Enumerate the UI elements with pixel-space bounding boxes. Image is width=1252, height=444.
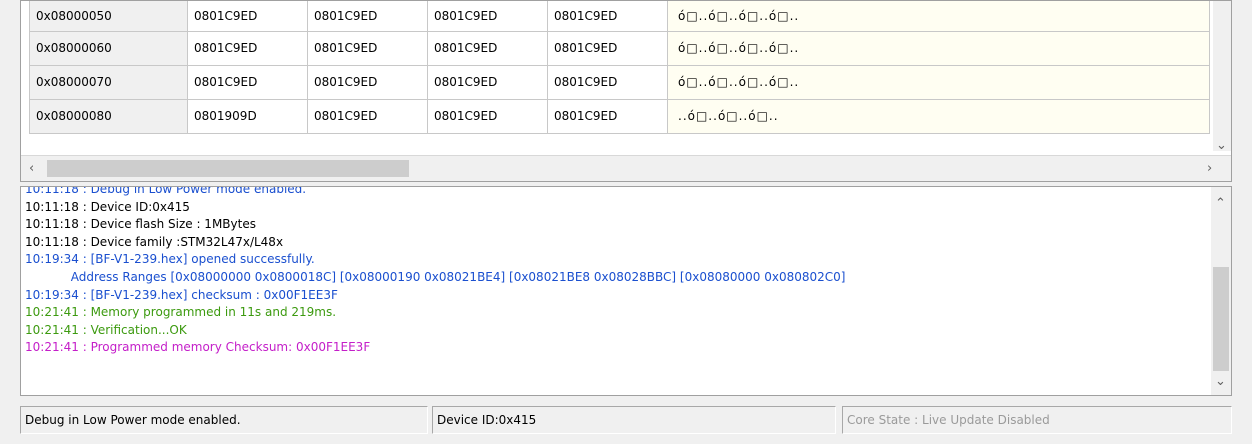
memory-row[interactable]: 0x08000060 0801C9ED 0801C9ED 0801C9ED 0801C9… bbox=[29, 30, 1210, 66]
log-line: 10:11:18 : Device family :STM32L47x/L48x bbox=[25, 234, 284, 249]
word-cell[interactable]: 0801C9ED bbox=[187, 1, 308, 32]
status-message: Debug in Low Power mode enabled. bbox=[20, 406, 428, 434]
log-line: 10:19:34 : [BF-V1-239.hex] opened succes… bbox=[25, 252, 315, 267]
memory-row[interactable]: 0x08000080 0801909D 0801C9ED 0801C9ED 0801C9… bbox=[29, 98, 1210, 134]
memory-row[interactable]: 0x08000050 0801C9ED 0801C9ED 0801C9ED 0801C9… bbox=[29, 1, 1210, 32]
log-line: 10:11:18 : Debug in Low Power mode enabl… bbox=[25, 186, 307, 196]
ascii-cell[interactable]: ..ό□..ό□..ό□.. bbox=[667, 98, 1210, 134]
word-cell[interactable]: 0801C9ED bbox=[187, 64, 308, 100]
log-line: 10:21:41 : Memory programmed in 11s and … bbox=[25, 305, 337, 320]
word-cell[interactable]: 0801C9ED bbox=[547, 64, 668, 100]
log-line: 10:19:34 : [BF-V1-239.hex] checksum : 0x… bbox=[25, 287, 338, 302]
word-cell[interactable]: 0801C9ED bbox=[307, 30, 428, 66]
memory-table: 0x08000050 0801C9ED 0801C9ED 0801C9ED 0801C9… bbox=[29, 1, 1210, 134]
scroll-left-icon[interactable]: ‹ bbox=[29, 162, 34, 175]
word-cell[interactable]: 0801909D bbox=[187, 98, 308, 134]
ascii-cell[interactable]: ό□..ό□..ό□..ό□.. bbox=[667, 30, 1210, 66]
scroll-up-icon[interactable]: ⌃ bbox=[1215, 197, 1226, 210]
word-cell[interactable]: 0801C9ED bbox=[307, 64, 428, 100]
scroll-right-icon[interactable]: › bbox=[1207, 162, 1212, 175]
word-cell[interactable]: 0801C9ED bbox=[307, 98, 428, 134]
memory-horizontal-scrollbar[interactable]: ‹ › bbox=[21, 155, 1231, 181]
horizontal-scroll-thumb[interactable] bbox=[47, 160, 409, 177]
word-cell[interactable]: 0801C9ED bbox=[547, 98, 668, 134]
address-cell[interactable]: 0x08000070 bbox=[29, 64, 188, 100]
log-line: 10:11:18 : Device ID:0x415 bbox=[25, 199, 190, 214]
word-cell[interactable]: 0801C9ED bbox=[187, 30, 308, 66]
log-line: 10:11:18 : Device flash Size : 1MBytes bbox=[25, 217, 256, 232]
status-bar: Debug in Low Power mode enabled. Device … bbox=[20, 406, 1232, 434]
scroll-down-icon[interactable]: ⌄ bbox=[1216, 139, 1227, 152]
log-line: 10:21:41 : Programmed memory Checksum: 0… bbox=[25, 340, 371, 355]
word-cell[interactable]: 0801C9ED bbox=[547, 30, 668, 66]
status-device-id: Device ID:0x415 bbox=[432, 406, 836, 434]
memory-row[interactable]: 0x08000070 0801C9ED 0801C9ED 0801C9ED 0801C9… bbox=[29, 64, 1210, 100]
memory-table-body: 0x08000050 0801C9ED 0801C9ED 0801C9ED 0801C9… bbox=[29, 1, 1210, 134]
log-lines: 10:11:18 : Debug in Low Power mode enabl… bbox=[25, 186, 1207, 357]
programmer-window: 0x08000050 0801C9ED 0801C9ED 0801C9ED 0801C9… bbox=[0, 0, 1252, 444]
word-cell[interactable]: 0801C9ED bbox=[427, 98, 548, 134]
word-cell[interactable]: 0801C9ED bbox=[427, 30, 548, 66]
ascii-cell[interactable]: ό□..ό□..ό□..ό□.. bbox=[667, 1, 1210, 32]
word-cell[interactable]: 0801C9ED bbox=[427, 64, 548, 100]
ascii-cell[interactable]: ό□..ό□..ό□..ό□.. bbox=[667, 64, 1210, 100]
word-cell[interactable]: 0801C9ED bbox=[427, 1, 548, 32]
memory-vertical-scrollbar[interactable]: ⌄ bbox=[1213, 1, 1231, 152]
log-line: Address Ranges [0x08000000 0x0800018C] [… bbox=[25, 269, 846, 284]
scroll-down-icon[interactable]: ⌄ bbox=[1215, 375, 1226, 388]
word-cell[interactable]: 0801C9ED bbox=[307, 1, 428, 32]
address-cell[interactable]: 0x08000080 bbox=[29, 98, 188, 134]
log-panel: 10:11:18 : Debug in Low Power mode enabl… bbox=[20, 186, 1232, 396]
log-vertical-scrollbar[interactable]: ⌃ ⌄ bbox=[1211, 187, 1231, 395]
address-cell[interactable]: 0x08000060 bbox=[29, 30, 188, 66]
log-line: 10:21:41 : Verification...OK bbox=[25, 322, 187, 337]
log-scroll-thumb[interactable] bbox=[1213, 267, 1229, 371]
memory-grid: 0x08000050 0801C9ED 0801C9ED 0801C9ED 0801C9… bbox=[20, 0, 1232, 182]
address-cell[interactable]: 0x08000050 bbox=[29, 1, 188, 32]
status-core-state: Core State : Live Update Disabled bbox=[842, 406, 1232, 434]
word-cell[interactable]: 0801C9ED bbox=[547, 1, 668, 32]
